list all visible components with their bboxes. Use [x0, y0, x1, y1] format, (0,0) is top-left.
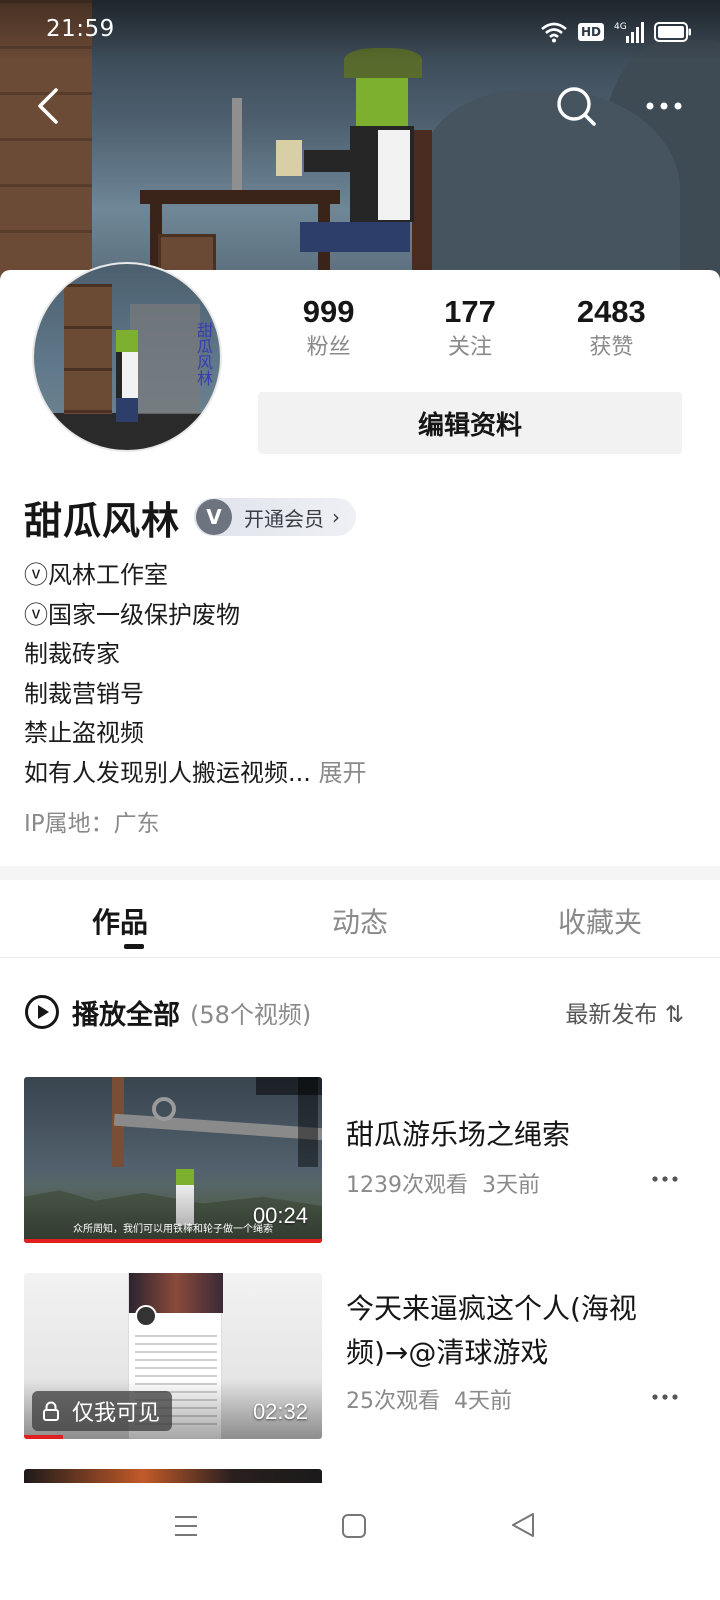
home-icon[interactable]: [340, 1512, 368, 1540]
stat-followers-label: 粉丝: [306, 335, 351, 360]
recent-apps-icon[interactable]: [172, 1512, 200, 1540]
system-navigation-bar: [0, 1484, 720, 1600]
private-badge: 仅我可见: [32, 1391, 173, 1431]
ip-location: IP属地：广东: [24, 811, 160, 837]
stat-likes-value: 2483: [576, 294, 646, 329]
video-views: 25次观看: [346, 1389, 440, 1414]
play-circle-icon[interactable]: [24, 994, 60, 1030]
vip-membership-label: 开通会员: [244, 506, 325, 531]
bio-line: 制裁砖家: [24, 640, 120, 668]
video-item[interactable]: 仅我可见 02:32 今天来逼疯这个人(海视 频)→@清球游戏 25次观看 4天…: [24, 1273, 684, 1439]
play-all-row: 播放全部 (58个视频) 最新发布 ⇅: [24, 990, 684, 1034]
tab-activity[interactable]: 动态: [240, 884, 480, 957]
bio-line: ⓥ国家一级保护废物: [24, 600, 240, 629]
lock-icon: [43, 1401, 59, 1421]
avatar-sign-text: 甜瓜风林: [194, 322, 213, 386]
avatar-character-body: [116, 352, 138, 398]
vip-icon: V: [196, 499, 233, 535]
video-title[interactable]: 今天来逼疯这个人(海视 频)→@清球游戏: [346, 1287, 666, 1375]
system-back-icon[interactable]: [508, 1510, 538, 1540]
video-more-icon[interactable]: [650, 1169, 680, 1189]
hd-badge: HD: [577, 23, 604, 41]
thumb-beam: [113, 1113, 322, 1141]
avatar-background-wall: [130, 304, 200, 414]
network-type-label: 4G: [614, 22, 627, 32]
video-age: 4天前: [454, 1389, 512, 1414]
video-views: 1239次观看: [346, 1173, 468, 1198]
wifi-icon: [541, 22, 567, 43]
tab-favorites[interactable]: 收藏夹: [480, 884, 720, 957]
stat-following-value: 177: [444, 294, 496, 329]
tab-works[interactable]: 作品: [0, 884, 240, 957]
banner-lamp: [232, 98, 242, 190]
sort-dropdown[interactable]: 最新发布 ⇅: [565, 995, 684, 1029]
stat-followers-value: 999: [302, 294, 355, 329]
video-duration: 00:24: [252, 1203, 308, 1228]
avatar[interactable]: 甜瓜风林: [32, 262, 222, 452]
bio-expand-link[interactable]: 展开: [319, 759, 367, 787]
thumb-wheel: [152, 1097, 176, 1121]
video-count: (58个视频): [190, 1000, 312, 1029]
banner-table: [140, 190, 340, 204]
bio-line-text: 如有人发现别人搬运视频...: [24, 758, 311, 787]
banner-character-head: [356, 70, 408, 126]
status-icons: HD 4G: [540, 18, 692, 46]
chevron-right-icon: ›: [332, 505, 341, 529]
back-button[interactable]: [28, 84, 72, 128]
video-age: 3天前: [482, 1173, 540, 1198]
video-meta: 1239次观看 3天前: [346, 1167, 540, 1199]
banner-character-shirt: [378, 130, 410, 220]
video-item[interactable]: 众所周知，我们可以用铁棒和轮子做一个绳索 00:24 甜瓜游乐场之绳索 1239…: [24, 1077, 684, 1243]
video-title[interactable]: 甜瓜游乐场之绳索: [346, 1113, 666, 1157]
signal-4g-icon: 4G: [614, 22, 644, 43]
banner-mug: [276, 140, 302, 176]
thumb-game-sidebar: [298, 1077, 318, 1167]
avatar-crates: [64, 284, 112, 414]
watch-progress-bar: [24, 1239, 322, 1243]
active-tab-indicator: [124, 944, 144, 949]
video-meta: 25次观看 4天前: [346, 1383, 512, 1415]
banner-character-arm: [304, 150, 364, 172]
banner-character-legs: [300, 222, 410, 252]
video-thumbnail[interactable]: 仅我可见 02:32: [24, 1273, 322, 1439]
bio-line: ⓥ风林工作室: [24, 561, 168, 589]
video-more-icon[interactable]: [650, 1387, 680, 1407]
video-title-line: 今天来逼疯这个人(海视: [346, 1292, 637, 1325]
video-thumbnail-partial[interactable]: [24, 1469, 322, 1483]
status-time: 21:59: [46, 16, 115, 42]
profile-bio: ⓥ风林工作室 ⓥ国家一级保护废物 制裁砖家 制裁营销号 禁止盗视频 如有人发现别…: [24, 556, 684, 793]
more-options-button[interactable]: [640, 90, 688, 122]
bio-line-truncated: 如有人发现别人搬运视频... 展开: [24, 754, 684, 794]
stat-following[interactable]: 177 关注: [399, 292, 540, 372]
stat-likes-label: 获赞: [589, 335, 634, 360]
stat-likes[interactable]: 2483 获赞: [541, 292, 682, 372]
bio-line: 制裁营销号: [24, 679, 144, 708]
edit-profile-button[interactable]: 编辑资料: [258, 392, 682, 454]
status-bar: 21:59 HD 4G: [0, 0, 720, 64]
video-title-line: 频)→@清球游戏: [346, 1336, 549, 1369]
username-row: 甜瓜风林 V 开通会员 ›: [24, 490, 357, 544]
private-label: 仅我可见: [72, 1401, 161, 1426]
section-divider: [0, 866, 720, 880]
vip-membership-button[interactable]: V 开通会员 ›: [194, 498, 357, 536]
play-all-button[interactable]: 播放全部: [72, 993, 180, 1032]
stat-following-label: 关注: [447, 335, 492, 360]
stat-followers[interactable]: 999 粉丝: [258, 292, 399, 372]
search-button[interactable]: [552, 82, 600, 130]
thumb-phone-avatar: [135, 1305, 157, 1327]
username: 甜瓜风林: [24, 498, 181, 543]
watch-progress-bar: [24, 1435, 63, 1439]
bio-line: 禁止盗视频: [24, 719, 144, 747]
profile-stats: 999 粉丝 177 关注 2483 获赞: [258, 292, 682, 372]
content-tabs: 作品 动态 收藏夹: [0, 884, 720, 958]
avatar-character-legs: [116, 398, 138, 422]
battery-icon: [654, 22, 691, 42]
video-duration: 02:32: [252, 1399, 308, 1424]
avatar-character-head: [116, 330, 138, 352]
video-thumbnail[interactable]: 众所周知，我们可以用铁棒和轮子做一个绳索 00:24: [24, 1077, 322, 1243]
